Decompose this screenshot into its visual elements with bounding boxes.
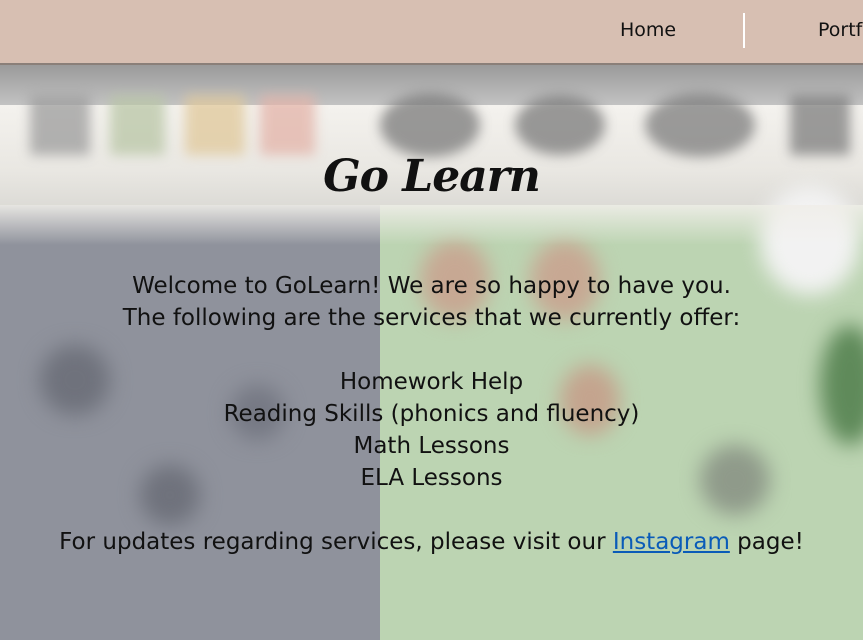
- site-header: Home Portfo: [0, 0, 863, 65]
- services-intro-text: The following are the services that we c…: [122, 305, 741, 331]
- updates-text: For updates regarding services, please v…: [0, 529, 863, 555]
- updates-prefix: For updates regarding services, please v…: [59, 529, 606, 555]
- nav-divider: [743, 13, 745, 48]
- instagram-link[interactable]: Instagram: [613, 529, 730, 555]
- service-item: ELA Lessons: [360, 465, 503, 491]
- service-item: Math Lessons: [353, 433, 510, 459]
- nav-home-link[interactable]: Home: [620, 19, 676, 41]
- updates-suffix: page!: [737, 529, 804, 555]
- service-item: Homework Help: [339, 369, 524, 395]
- welcome-text: Welcome to GoLearn! We are so happy to h…: [132, 273, 731, 299]
- main-content: Go Learn Welcome to GoLearn! We are so h…: [0, 65, 863, 640]
- service-item: Reading Skills (phonics and fluency): [223, 401, 640, 427]
- page-title: Go Learn: [323, 151, 541, 202]
- nav-portfolio-link[interactable]: Portfo: [818, 19, 863, 41]
